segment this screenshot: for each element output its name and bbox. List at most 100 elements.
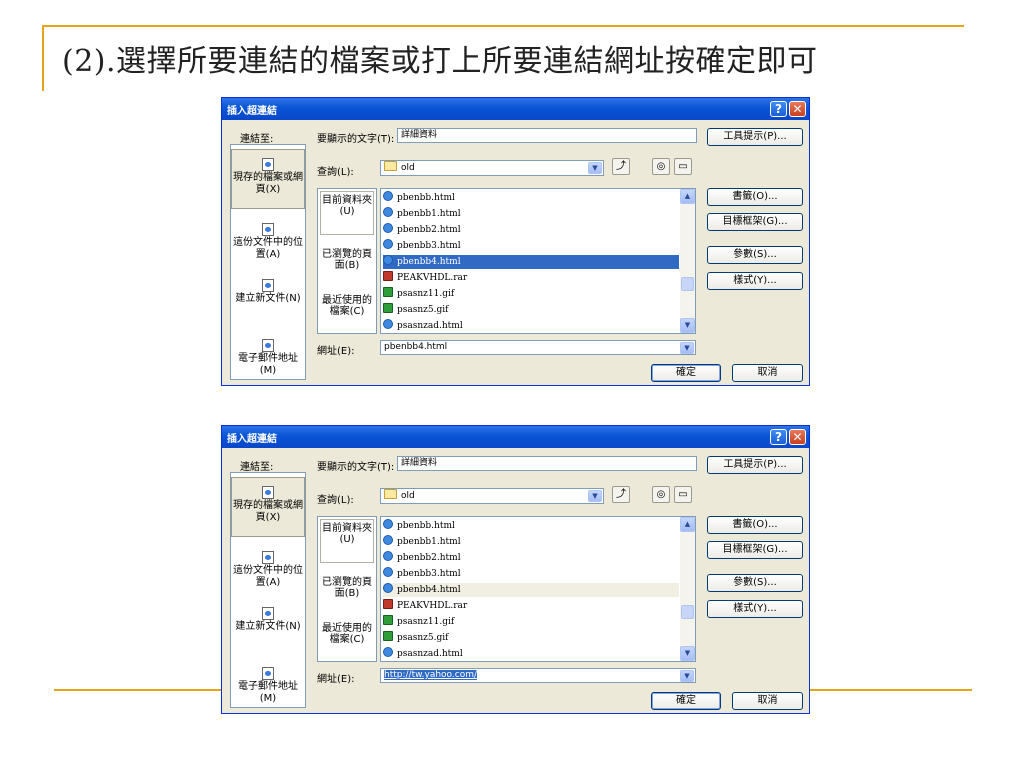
file-list-item[interactable]: pbenbb1.html — [383, 535, 679, 549]
file-list-item[interactable]: pbenbb2.html — [383, 223, 679, 237]
file-list-scrollbar[interactable]: ▲ ▼ — [680, 517, 695, 661]
browse-file-icon[interactable]: ▭ — [674, 486, 692, 503]
gif-file-icon — [383, 303, 393, 313]
file-list-item[interactable]: pbenbb.html — [383, 191, 679, 205]
target-frame-button[interactable]: 目標框架(G)... — [707, 213, 803, 231]
browse-file-icon[interactable]: ▭ — [674, 158, 692, 175]
link-to-sidebar: 現存的檔案或網頁(X) 這份文件中的位置(A) 建立新文件(N) 電子郵件地址(… — [230, 472, 306, 708]
browse-recent-files[interactable]: 最近使用的檔案(C) — [320, 623, 374, 645]
display-text-label: 要顯示的文字(T): — [317, 462, 395, 473]
file-list-item[interactable]: pbenbb2.html — [383, 551, 679, 565]
close-icon[interactable]: ✕ — [789, 101, 806, 117]
parameters-button[interactable]: 參數(S)... — [707, 246, 803, 264]
file-name: pbenbb4.html — [397, 585, 461, 595]
browse-web-icon[interactable]: ◎ — [652, 158, 670, 175]
sidebar-item-existing-file[interactable]: 現存的檔案或網頁(X) — [231, 149, 305, 209]
help-icon[interactable]: ? — [770, 101, 787, 117]
scroll-down-icon[interactable]: ▼ — [680, 318, 695, 333]
file-list-item[interactable]: pbenbb4.html — [383, 255, 679, 269]
html-file-icon — [383, 191, 393, 201]
parameters-button[interactable]: 參數(S)... — [707, 574, 803, 592]
display-text-label: 要顯示的文字(T): — [317, 134, 395, 145]
file-list-item[interactable]: psasnz11.gif — [383, 287, 679, 301]
look-in-dropdown[interactable]: old ▼ — [380, 160, 604, 176]
chevron-down-icon[interactable]: ▼ — [588, 490, 602, 502]
sidebar-item-place-in-document[interactable]: 這份文件中的位置(A) — [231, 551, 305, 589]
scroll-thumb[interactable] — [681, 605, 694, 619]
scroll-up-icon[interactable]: ▲ — [680, 189, 695, 204]
new-document-icon — [262, 279, 274, 292]
file-list-item[interactable]: PEAKVHDL.rar — [383, 271, 679, 285]
insert-hyperlink-dialog: 插入超連結 ? ✕ 連結至: 要顯示的文字(T): 詳細資料 工具提示(P)..… — [221, 425, 810, 714]
html-file-icon — [383, 583, 393, 593]
style-button[interactable]: 樣式(Y)... — [707, 272, 803, 290]
sidebar-item-label: 這份文件中的位置(A) — [233, 565, 303, 588]
up-one-folder-icon[interactable]: ⤴ — [612, 158, 630, 175]
document-place-icon — [262, 551, 274, 564]
scroll-up-icon[interactable]: ▲ — [680, 517, 695, 532]
chevron-down-icon[interactable]: ▼ — [680, 342, 694, 354]
file-list-item[interactable]: pbenbb.html — [383, 519, 679, 533]
browse-recent-files[interactable]: 最近使用的檔案(C) — [320, 295, 374, 317]
file-list-item[interactable]: pbenbb1.html — [383, 207, 679, 221]
cancel-button[interactable]: 取消 — [732, 692, 803, 710]
sidebar-item-label: 現存的檔案或網頁(X) — [233, 172, 303, 195]
link-to-sidebar: 現存的檔案或網頁(X) 這份文件中的位置(A) 建立新文件(N) 電子郵件地址(… — [230, 144, 306, 380]
sidebar-item-new-document[interactable]: 建立新文件(N) — [231, 607, 305, 633]
ok-button[interactable]: 確定 — [651, 364, 721, 382]
sidebar-item-existing-file[interactable]: 現存的檔案或網頁(X) — [231, 477, 305, 537]
chevron-down-icon[interactable]: ▼ — [680, 670, 694, 682]
file-list-item[interactable]: PEAKVHDL.rar — [383, 599, 679, 613]
file-list-item[interactable]: psasnz5.gif — [383, 631, 679, 645]
file-list-scrollbar[interactable]: ▲ ▼ — [680, 189, 695, 333]
file-list-item[interactable]: psasnzad.html — [383, 319, 679, 333]
email-icon — [262, 667, 274, 680]
sidebar-item-place-in-document[interactable]: 這份文件中的位置(A) — [231, 223, 305, 261]
sidebar-item-label: 現存的檔案或網頁(X) — [233, 500, 303, 523]
sidebar-item-email[interactable]: 電子郵件地址(M) — [231, 339, 305, 377]
file-list-item[interactable]: pbenbb3.html — [383, 567, 679, 581]
sidebar-item-new-document[interactable]: 建立新文件(N) — [231, 279, 305, 305]
display-text-input[interactable]: 詳細資料 — [397, 456, 697, 471]
chevron-down-icon[interactable]: ▼ — [588, 162, 602, 174]
look-in-value: old — [401, 491, 415, 501]
link-to-label: 連結至: — [240, 462, 274, 473]
browse-current-folder[interactable]: 目前資料夾(U) — [320, 191, 374, 235]
browse-category-list: 目前資料夾(U) 已瀏覽的頁面(B) 最近使用的檔案(C) — [317, 188, 377, 334]
browse-browsed-pages[interactable]: 已瀏覽的頁面(B) — [320, 577, 374, 599]
gif-file-icon — [383, 631, 393, 641]
display-text-input[interactable]: 詳細資料 — [397, 128, 697, 143]
ok-button[interactable]: 確定 — [651, 692, 721, 710]
browse-web-icon[interactable]: ◎ — [652, 486, 670, 503]
file-list-item[interactable]: psasnz5.gif — [383, 303, 679, 317]
screentip-button[interactable]: 工具提示(P)... — [707, 128, 803, 146]
browse-current-folder[interactable]: 目前資料夾(U) — [320, 519, 374, 563]
look-in-value: old — [401, 163, 415, 173]
address-input[interactable]: http://tw.yahoo.com/ ▼ — [380, 668, 696, 683]
close-icon[interactable]: ✕ — [789, 429, 806, 445]
file-list-item[interactable]: pbenbb3.html — [383, 239, 679, 253]
bookmark-button[interactable]: 書籤(O)... — [707, 188, 803, 206]
help-icon[interactable]: ? — [770, 429, 787, 445]
file-list-item[interactable]: psasnzad.html — [383, 647, 679, 661]
up-one-folder-icon[interactable]: ⤴ — [612, 486, 630, 503]
bookmark-button[interactable]: 書籤(O)... — [707, 516, 803, 534]
look-in-dropdown[interactable]: old ▼ — [380, 488, 604, 504]
file-list-item[interactable]: pbenbb4.html — [383, 583, 679, 597]
address-input[interactable]: pbenbb4.html ▼ — [380, 340, 696, 355]
target-frame-button[interactable]: 目標框架(G)... — [707, 541, 803, 559]
browse-browsed-pages[interactable]: 已瀏覽的頁面(B) — [320, 249, 374, 271]
style-button[interactable]: 樣式(Y)... — [707, 600, 803, 618]
sidebar-item-email[interactable]: 電子郵件地址(M) — [231, 667, 305, 705]
html-file-icon — [383, 647, 393, 657]
file-name: psasnzad.html — [397, 649, 463, 659]
file-list: psasnzad.html psasnz5.gif psasnz11.gif PEAK… — [380, 188, 696, 334]
address-value: pbenbb4.html — [384, 342, 448, 352]
scroll-down-icon[interactable]: ▼ — [680, 646, 695, 661]
scroll-thumb[interactable] — [681, 277, 694, 291]
file-list-item[interactable]: psasnz11.gif — [383, 615, 679, 629]
file-name: pbenbb2.html — [397, 553, 461, 563]
screentip-button[interactable]: 工具提示(P)... — [707, 456, 803, 474]
file-name: pbenbb1.html — [397, 209, 461, 219]
cancel-button[interactable]: 取消 — [732, 364, 803, 382]
